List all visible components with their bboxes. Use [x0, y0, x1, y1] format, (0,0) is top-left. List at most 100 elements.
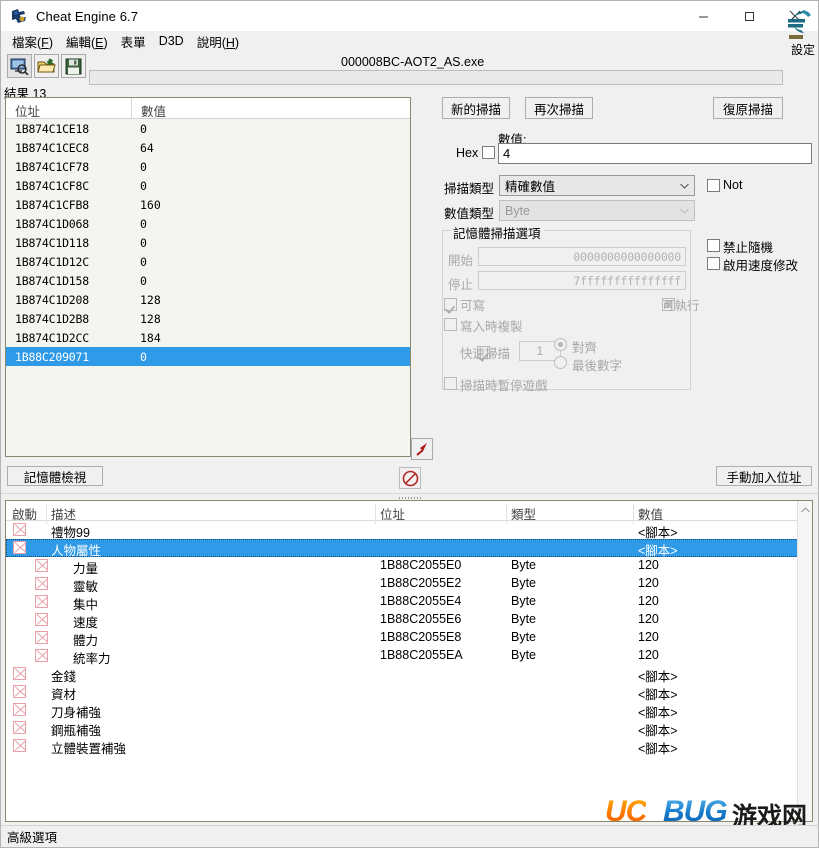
found-list-item[interactable]: 1B874C1D208 128 — [6, 290, 410, 309]
menu-item-edit[interactable]: 編輯(E) — [62, 31, 117, 53]
speedhack-checkbox[interactable] — [707, 257, 720, 270]
stop-address-input[interactable]: 7fffffffffffffff — [478, 271, 686, 290]
cheat-row-enable-checkbox[interactable] — [35, 595, 48, 608]
scan-value-input[interactable]: 4 — [498, 143, 812, 164]
no-random-label: 禁止隨機 — [723, 241, 774, 255]
cheat-row-enable-checkbox[interactable] — [35, 631, 48, 644]
writable-checkbox[interactable] — [444, 298, 457, 312]
red-arrow-icon[interactable] — [411, 438, 433, 460]
cheat-table-row[interactable]: 鋼瓶補強 <腳本> — [6, 719, 812, 738]
cheat-row-type: Byte — [511, 648, 537, 662]
found-list-item[interactable]: 1B874C1D158 0 — [6, 271, 410, 290]
found-list-item[interactable]: 1B874C1CEC8 64 — [6, 138, 410, 157]
scroll-up-icon[interactable] — [801, 507, 810, 513]
alignment-radio[interactable] — [554, 338, 567, 351]
undo-scan-button[interactable]: 復原掃描 — [713, 97, 783, 119]
last-digit-radio[interactable] — [554, 356, 567, 369]
watermark-bug: BUG — [663, 795, 728, 828]
value-type-label: 數值類型 — [444, 207, 495, 221]
found-list-item[interactable]: 1B88C209071 0 — [6, 347, 410, 366]
cheat-table-rows: 禮物99 <腳本> 人物屬性 <腳本> 力量 1B88C2055E0 Byte 120 靈敏 1B… — [6, 521, 812, 756]
menu-item-file[interactable]: 檔案(F) — [8, 31, 62, 53]
scan-type-dropdown[interactable]: 精確數值 — [499, 175, 695, 196]
cheat-table-row[interactable]: 禮物99 <腳本> — [6, 521, 812, 540]
cheat-table-row[interactable]: 金錢 <腳本> — [6, 665, 812, 684]
minimize-icon[interactable] — [680, 1, 726, 31]
memory-view-button[interactable]: 記憶體檢視 — [7, 466, 103, 486]
found-item-address: 1B874C1D068 — [15, 216, 89, 231]
cheat-table-row[interactable]: 體力 1B88C2055E8 Byte 120 — [6, 629, 812, 648]
menu-item-d3d[interactable]: D3D — [155, 33, 193, 50]
value-type-dropdown[interactable]: Byte — [499, 200, 695, 221]
found-item-value: 0 — [140, 235, 147, 250]
found-item-value: 0 — [140, 159, 147, 174]
cheat-engine-e-logo-icon[interactable] — [780, 3, 814, 41]
found-item-value: 160 — [140, 197, 161, 212]
maximize-icon[interactable] — [726, 1, 772, 31]
menu-item-table[interactable]: 表單 — [117, 31, 155, 53]
not-checkbox[interactable] — [707, 179, 720, 192]
open-file-icon[interactable] — [34, 54, 59, 78]
no-random-checkbox[interactable] — [707, 239, 720, 252]
found-item-address: 1B874C1D12C — [15, 254, 89, 269]
manual-add-address-button[interactable]: 手動加入位址 — [716, 466, 812, 486]
cheat-table-row[interactable]: 集中 1B88C2055E4 Byte 120 — [6, 593, 812, 612]
found-list-item[interactable]: 1B874C1D068 0 — [6, 214, 410, 233]
cheat-row-enable-checkbox[interactable] — [13, 739, 26, 752]
panel-splitter[interactable] — [1, 493, 818, 500]
cheat-table-row[interactable]: 資材 <腳本> — [6, 683, 812, 702]
cheat-table-row[interactable]: 人物屬性 <腳本> — [6, 539, 812, 558]
cheat-table-row[interactable]: 統率力 1B88C2055EA Byte 120 — [6, 647, 812, 666]
cheat-table[interactable]: 啟動 描述 位址 類型 數值 禮物99 <腳本> 人物屬性 <腳本> 力量 1B88C20… — [5, 500, 813, 822]
menu-item-help[interactable]: 說明(H) — [193, 31, 248, 53]
found-item-value: 128 — [140, 311, 161, 326]
found-header-address[interactable]: 位址 — [6, 98, 131, 119]
found-list-item[interactable]: 1B874C1D12C 0 — [6, 252, 410, 271]
copy-on-write-checkbox[interactable] — [444, 318, 457, 331]
new-scan-button[interactable]: 新的掃描 — [442, 97, 510, 119]
alignment-label: 對齊 — [572, 341, 598, 355]
start-address-input[interactable]: 0000000000000000 — [478, 247, 686, 266]
cheat-table-row[interactable]: 立體裝置補強 <腳本> — [6, 737, 812, 756]
cheat-row-enable-checkbox[interactable] — [35, 559, 48, 572]
settings-label[interactable]: 設定 — [791, 41, 815, 58]
found-list-item[interactable]: 1B874C1D2CC 184 — [6, 328, 410, 347]
cheat-row-enable-checkbox[interactable] — [35, 613, 48, 626]
cheat-row-enable-checkbox[interactable] — [35, 649, 48, 662]
cheat-row-enable-checkbox[interactable] — [13, 523, 26, 536]
menu-edit-tail: ) — [103, 35, 108, 50]
copy-on-write-label: 寫入時複製 — [460, 320, 523, 334]
found-address-list[interactable]: 位址 數值 1B874C1CE18 0 1B874C1CEC8 64 1B874C1CF… — [5, 97, 411, 457]
save-file-icon[interactable] — [61, 54, 86, 78]
found-list-item[interactable]: 1B874C1D118 0 — [6, 233, 410, 252]
cheat-table-row[interactable]: 靈敏 1B88C2055E2 Byte 120 — [6, 575, 812, 594]
found-list-item[interactable]: 1B874C1CF78 0 — [6, 157, 410, 176]
cheat-row-address: 1B88C2055EA — [380, 648, 463, 662]
cheat-table-row[interactable]: 刀身補強 <腳本> — [6, 701, 812, 720]
hex-checkbox[interactable] — [482, 146, 495, 159]
cheat-row-enable-checkbox[interactable] — [13, 721, 26, 734]
cheat-table-scrollbar[interactable] — [797, 501, 812, 821]
next-scan-button[interactable]: 再次掃描 — [525, 97, 593, 119]
status-bar-text[interactable]: 高級選項 — [7, 827, 57, 846]
chevron-down-icon — [680, 183, 689, 189]
cheat-row-value: 120 — [638, 648, 659, 662]
menu-help-accel: H — [225, 35, 235, 50]
prohibition-stop-icon[interactable] — [399, 467, 421, 489]
pause-game-checkbox[interactable] — [444, 377, 457, 390]
cheat-row-enable-checkbox[interactable] — [13, 703, 26, 716]
found-list-item[interactable]: 1B874C1D2B8 128 — [6, 309, 410, 328]
found-list-item[interactable]: 1B874C1CFB8 160 — [6, 195, 410, 214]
cheat-row-enable-checkbox[interactable] — [13, 667, 26, 680]
cheat-row-enable-checkbox[interactable] — [35, 577, 48, 590]
found-list-item[interactable]: 1B874C1CF8C 0 — [6, 176, 410, 195]
cheat-row-enable-checkbox[interactable] — [13, 541, 26, 554]
cheat-row-type: Byte — [511, 576, 537, 590]
process-select-icon[interactable] — [7, 54, 32, 78]
found-header-value[interactable]: 數值 — [131, 98, 331, 119]
cheat-row-type: Byte — [511, 594, 537, 608]
cheat-table-row[interactable]: 力量 1B88C2055E0 Byte 120 — [6, 557, 812, 576]
found-list-item[interactable]: 1B874C1CE18 0 — [6, 119, 410, 138]
cheat-row-enable-checkbox[interactable] — [13, 685, 26, 698]
cheat-table-row[interactable]: 速度 1B88C2055E6 Byte 120 — [6, 611, 812, 630]
